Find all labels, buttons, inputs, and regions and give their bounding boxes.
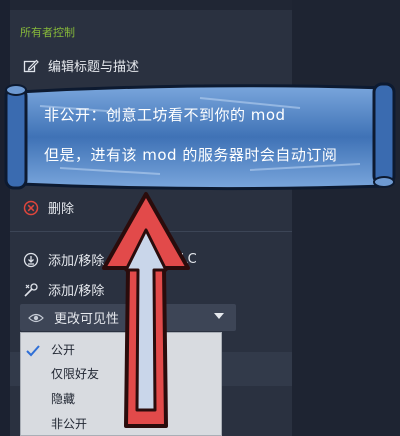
left-gutter xyxy=(0,0,10,436)
annotation-banner: 非公开：创意工坊看不到你的 mod 但是，进有该 mod 的服务器时会自动订阅 xyxy=(0,78,400,198)
edit-icon xyxy=(22,57,40,75)
banner-line-1: 非公开：创意工坊看不到你的 mod xyxy=(44,106,286,124)
option-public-label: 公开 xyxy=(51,343,76,357)
chevron-down-icon[interactable] xyxy=(214,313,224,319)
dlc-icon xyxy=(22,251,40,269)
option-hidden[interactable]: 隐藏 xyxy=(51,390,75,407)
scroll-graphic xyxy=(4,82,396,191)
delete-icon xyxy=(22,199,40,217)
option-private[interactable]: 非公开 xyxy=(51,415,87,432)
delete-row[interactable]: 删除 xyxy=(22,198,74,217)
section-title: 所有者控制 xyxy=(20,26,75,39)
check-icon xyxy=(26,345,40,360)
edit-title-label: 编辑标题与描述 xyxy=(48,60,140,75)
right-background xyxy=(292,0,400,436)
edit-title-row[interactable]: 编辑标题与描述 xyxy=(22,56,139,75)
red-arrow-graphic xyxy=(102,192,190,428)
add-remove-row[interactable]: 添加/移除 xyxy=(22,280,104,299)
eye-icon xyxy=(28,312,46,324)
banner-line-2: 但是，进有该 mod 的服务器时会自动订阅 xyxy=(44,146,338,164)
tools-icon xyxy=(22,281,40,299)
option-friends-only[interactable]: 仅限好友 xyxy=(51,365,99,382)
delete-label: 删除 xyxy=(48,202,75,217)
